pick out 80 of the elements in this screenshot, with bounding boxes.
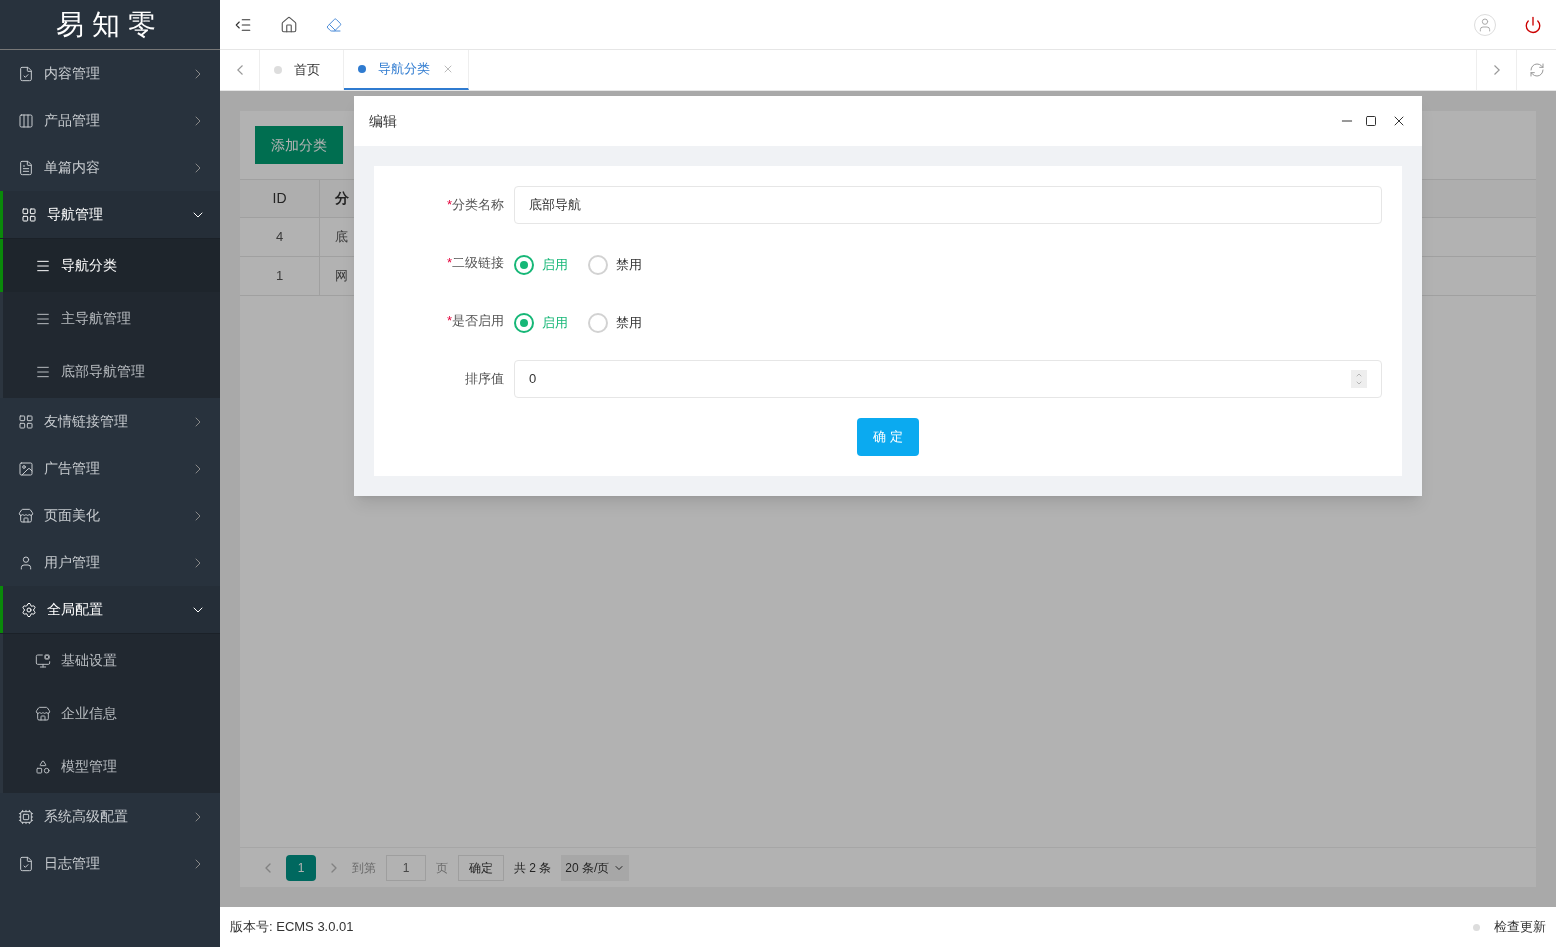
home-icon[interactable]: [280, 15, 298, 34]
logo[interactable]: 易知零: [56, 3, 164, 46]
sidebar-group[interactable]: 单篇内容: [0, 144, 220, 191]
field-label: *二级链接: [446, 254, 504, 273]
sidebar-group[interactable]: 友情链接管理: [0, 398, 220, 445]
page-tab[interactable]: 首页: [260, 50, 344, 90]
group-label: 用户管理: [44, 553, 101, 572]
radio-option[interactable]: 禁用: [588, 255, 642, 275]
item-label: 主导航管理: [61, 309, 131, 328]
settings-icon: [21, 601, 37, 618]
table-cell: 4: [240, 218, 320, 256]
group-label: 导航管理: [47, 205, 104, 224]
page-input[interactable]: 1: [386, 854, 426, 881]
number-input[interactable]: 0: [514, 360, 1382, 398]
total-count: 共 2 条: [514, 859, 552, 877]
tab-label: 导航分类: [378, 60, 430, 79]
sidebar-group[interactable]: 全局配置: [0, 586, 220, 633]
shapes-icon: [35, 758, 51, 775]
sidebar-group[interactable]: 页面美化: [0, 492, 220, 539]
tab-label: 首页: [294, 61, 320, 80]
item-label: 模型管理: [61, 757, 117, 776]
power-icon[interactable]: [1524, 15, 1542, 34]
spinner-icon[interactable]: [1351, 370, 1367, 388]
sidebar-group[interactable]: 用户管理: [0, 539, 220, 586]
maximize-icon[interactable]: [1365, 115, 1377, 127]
field-label: *是否启用: [446, 312, 504, 331]
clipboard-icon: [18, 855, 34, 872]
item-label: 底部导航管理: [61, 362, 145, 381]
name-input[interactable]: 底部导航: [514, 186, 1382, 224]
monitor-icon: [35, 652, 51, 669]
group-label: 全局配置: [47, 600, 104, 619]
group-label: 友情链接管理: [44, 412, 129, 431]
sidebar-item[interactable]: 导航分类: [0, 239, 220, 292]
chevron-left-icon: [236, 65, 243, 75]
clipboard-icon: [18, 65, 34, 82]
close-tab-icon[interactable]: [442, 63, 454, 75]
table-cell-text: 网: [334, 267, 348, 286]
sidebar-group[interactable]: 内容管理: [0, 50, 220, 97]
group-label: 页面美化: [44, 506, 101, 525]
group-label: 单篇内容: [44, 158, 101, 177]
table-cell-text: 底: [334, 228, 348, 247]
version-text: 版本号: ECMS 3.0.01: [230, 918, 355, 937]
group-label: 系统高级配置: [44, 807, 129, 826]
user-icon: [18, 554, 34, 571]
item-label: 导航分类: [61, 256, 117, 275]
page-icon: [18, 159, 34, 176]
radio-option[interactable]: 禁用: [588, 313, 642, 333]
eraser-icon[interactable]: [326, 16, 342, 33]
check-update-link[interactable]: 检查更新: [1494, 917, 1546, 937]
number-value[interactable]: 0: [529, 369, 1351, 389]
goto-button[interactable]: 确定: [458, 854, 504, 881]
grid-icon: [21, 206, 37, 223]
column-header: ID: [240, 180, 320, 217]
group-label: 内容管理: [44, 64, 101, 83]
goto-label: 到第: [352, 859, 376, 877]
panel-icon: [18, 112, 34, 129]
sidebar-group[interactable]: 广告管理: [0, 445, 220, 492]
field-label: 排序值: [465, 370, 504, 389]
dialog-title: 编辑: [369, 111, 398, 131]
group-label: 日志管理: [44, 854, 101, 873]
chip-icon: [18, 808, 34, 825]
image-icon: [18, 460, 34, 477]
chevron-right-icon: [1493, 65, 1500, 75]
page-size-select[interactable]: 20 条/页: [561, 854, 630, 881]
sidebar-group[interactable]: 产品管理: [0, 97, 220, 144]
sidebar-group[interactable]: 系统高级配置: [0, 793, 220, 840]
page-unit: 页: [436, 859, 448, 877]
group-label: 产品管理: [44, 111, 101, 130]
store-icon: [18, 507, 34, 524]
store-icon: [35, 705, 51, 722]
item-label: 企业信息: [61, 704, 117, 723]
column-header: 分: [334, 189, 349, 208]
group-label: 广告管理: [44, 459, 101, 478]
refresh-icon: [1528, 62, 1545, 78]
sidebar-group[interactable]: 日志管理: [0, 840, 220, 887]
table-cell: 1: [240, 257, 320, 295]
field-label: *分类名称: [446, 196, 504, 215]
item-label: 基础设置: [61, 651, 117, 670]
grid-icon: [18, 413, 34, 430]
sidebar-group[interactable]: 导航管理: [0, 191, 220, 238]
